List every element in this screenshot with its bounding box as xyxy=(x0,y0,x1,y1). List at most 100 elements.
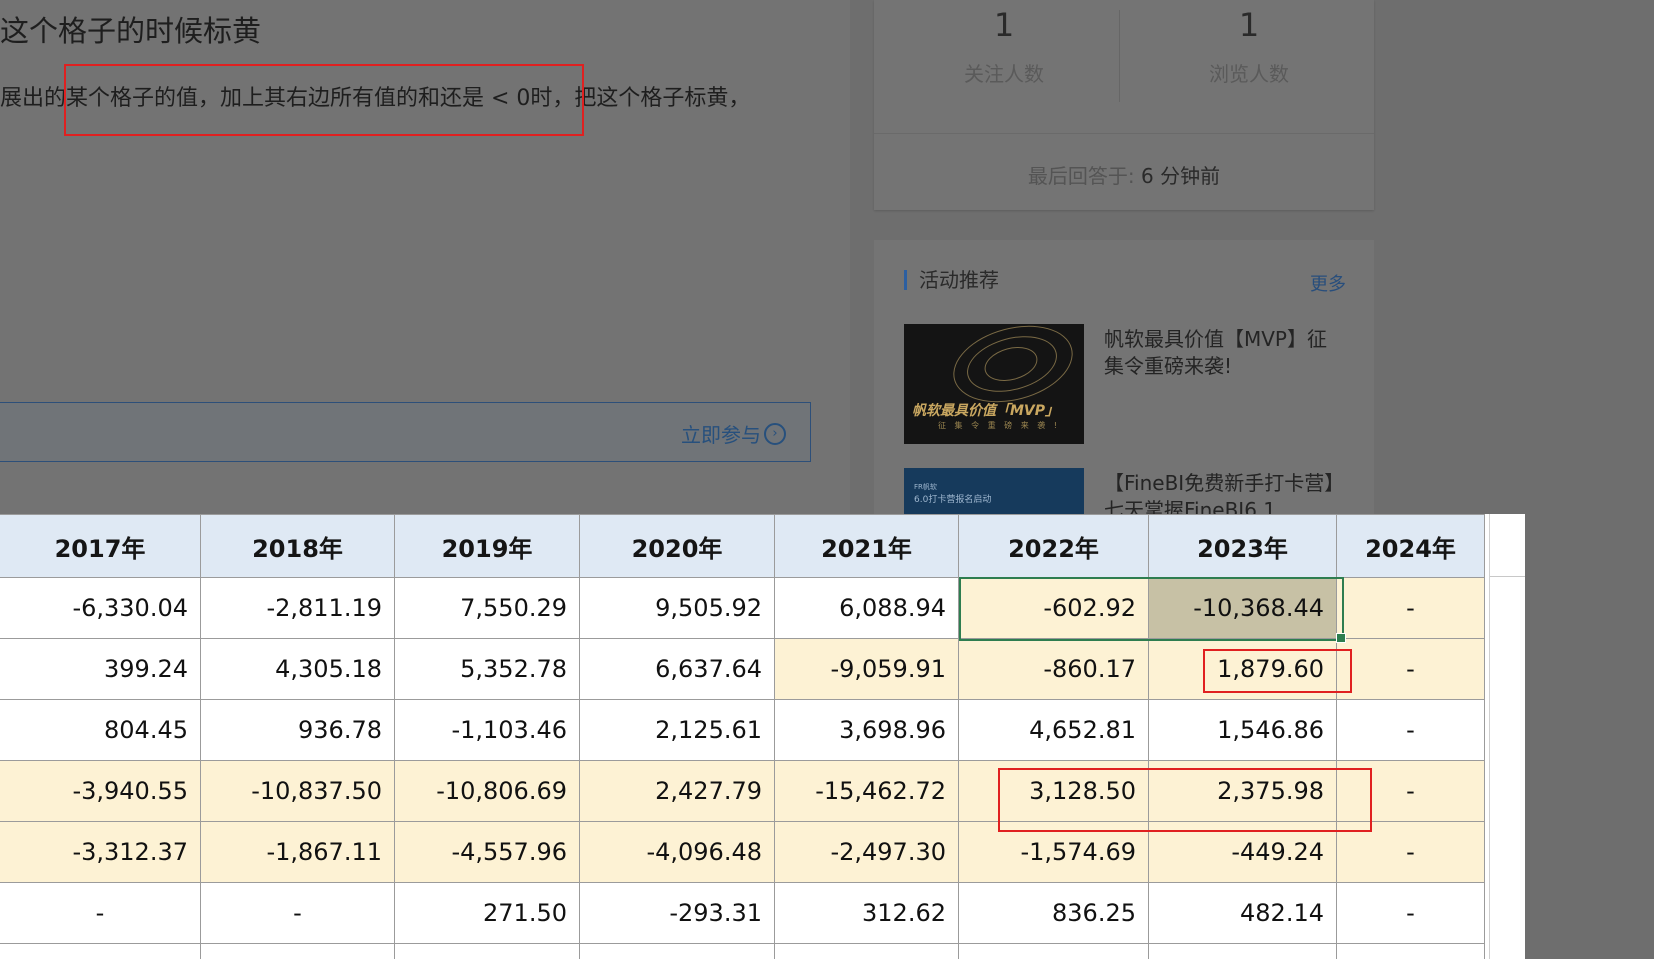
table-cell[interactable]: 1,879.60 xyxy=(1148,638,1337,700)
table-cell[interactable]: -15,462.72 xyxy=(774,760,959,822)
table-cell[interactable]: - xyxy=(1336,760,1485,822)
table-cell[interactable]: -449.24 xyxy=(1148,821,1337,883)
table-row: 804.45 936.78 -1,103.46 2,125.61 3,698.9… xyxy=(0,699,1485,761)
last-answer: 最后回答于: 6 分钟前 xyxy=(874,160,1374,189)
table-cell[interactable]: 399.24 xyxy=(0,638,201,700)
col-header[interactable]: 2019年 xyxy=(394,514,580,578)
table-cell[interactable]: -293.31 xyxy=(579,882,775,944)
table-cell[interactable]: -2,497.30 xyxy=(774,821,959,883)
activity-title[interactable]: 【FineBI免费新手打卡营】七天掌握FineBI6.1 xyxy=(1104,470,1344,518)
table-body: -6,330.04 -2,811.19 7,550.29 9,505.92 6,… xyxy=(0,577,1485,959)
activity-thumbnail-mvp[interactable]: 帆软最具价值「MVP」 征 集 令 重 磅 来 袭 ! xyxy=(904,324,1084,444)
table-cell[interactable]: 4,652.81 xyxy=(958,699,1149,761)
activity-title[interactable]: 帆软最具价值【MVP】征集令重磅来袭! xyxy=(1104,326,1344,380)
question-title: 这个格子的时候标黄 xyxy=(0,14,262,48)
table-cell[interactable] xyxy=(1336,943,1485,959)
table-cell[interactable]: 271.50 xyxy=(394,882,580,944)
table-cell[interactable]: - xyxy=(0,882,201,944)
join-label: 立即参与 xyxy=(681,423,761,447)
table-cell[interactable]: - xyxy=(1336,577,1485,639)
table-cell[interactable] xyxy=(1148,943,1337,959)
table-cell[interactable]: 3,698.96 xyxy=(774,699,959,761)
table-cell[interactable] xyxy=(579,943,775,959)
table-cell[interactable]: - xyxy=(1336,699,1485,761)
table-cell[interactable]: -1,103.46 xyxy=(394,699,580,761)
table-cell[interactable]: 804.45 xyxy=(0,699,201,761)
table-cell[interactable]: -2,811.19 xyxy=(200,577,395,639)
follow-label: 关注人数 xyxy=(964,62,1044,86)
table-cell[interactable]: 312.62 xyxy=(774,882,959,944)
table-cell[interactable] xyxy=(774,943,959,959)
join-link[interactable]: 立即参与 › xyxy=(681,419,786,448)
table-cell[interactable] xyxy=(200,943,395,959)
view-label: 浏览人数 xyxy=(1209,62,1289,86)
table-cell[interactable]: -6,330.04 xyxy=(0,577,201,639)
table-row: -3,940.55 -10,837.50 -10,806.69 2,427.79… xyxy=(0,760,1485,822)
circle-arrow-right-icon: › xyxy=(764,422,786,445)
table-row xyxy=(0,943,1485,959)
col-header[interactable]: 2020年 xyxy=(579,514,775,578)
activity-heading: 活动推荐 xyxy=(904,270,999,290)
question-panel: 这个格子的时候标黄 展出的某个格子的值，加上其右边所有值的和还是 < 0时，把这… xyxy=(0,0,850,520)
last-answer-value: 6 分钟前 xyxy=(1141,164,1221,188)
table-cell[interactable]: 2,375.98 xyxy=(1148,760,1337,822)
annotation-red-box xyxy=(64,64,584,136)
table-cell[interactable]: - xyxy=(200,882,395,944)
col-header[interactable]: 2022年 xyxy=(958,514,1149,578)
table-cell[interactable]: 1,546.86 xyxy=(1148,699,1337,761)
table-row: -3,312.37 -1,867.11 -4,557.96 -4,096.48 … xyxy=(0,821,1485,883)
table-cell[interactable]: 836.25 xyxy=(958,882,1149,944)
table-cell[interactable]: 7,550.29 xyxy=(394,577,580,639)
table-cell[interactable]: -10,837.50 xyxy=(200,760,395,822)
table-cell[interactable]: 5,352.78 xyxy=(394,638,580,700)
table-cell[interactable]: -4,557.96 xyxy=(394,821,580,883)
table-cell[interactable] xyxy=(0,943,201,959)
view-stat: 1 浏览人数 xyxy=(1134,6,1364,87)
table-cell[interactable] xyxy=(394,943,580,959)
thumbnail-brand: FR帆软 xyxy=(914,483,937,491)
thumbnail-caption: 6.0打卡营报名启动 xyxy=(914,495,992,505)
col-header[interactable]: 2023年 xyxy=(1148,514,1337,578)
table-cell[interactable]: 3,128.50 xyxy=(958,760,1149,822)
activity-more-link[interactable]: 更多 xyxy=(1310,270,1346,296)
col-header[interactable]: 2018年 xyxy=(200,514,395,578)
table-cell[interactable]: 9,505.92 xyxy=(579,577,775,639)
table-cell[interactable]: 482.14 xyxy=(1148,882,1337,944)
table-cell[interactable]: 4,305.18 xyxy=(200,638,395,700)
thumbnail-subcaption: 征 集 令 重 磅 来 袭 ! xyxy=(938,421,1061,430)
table-cell[interactable]: -3,312.37 xyxy=(0,821,201,883)
table-cell[interactable]: -9,059.91 xyxy=(774,638,959,700)
table-cell[interactable]: -10,368.44 xyxy=(1148,577,1337,639)
table-cell[interactable]: 6,088.94 xyxy=(774,577,959,639)
table-cell[interactable]: - xyxy=(1336,638,1485,700)
col-header[interactable]: 2024年 xyxy=(1336,514,1485,578)
table-row: - - 271.50 -293.31 312.62 836.25 482.14 … xyxy=(0,882,1485,944)
table-cell[interactable]: -1,574.69 xyxy=(958,821,1149,883)
table-cell[interactable]: -602.92 xyxy=(958,577,1149,639)
join-bar: 立即参与 › xyxy=(0,402,811,462)
table-cell[interactable]: - xyxy=(1336,882,1485,944)
table-cell[interactable]: 6,637.64 xyxy=(579,638,775,700)
stats-card: 1 关注人数 1 浏览人数 最后回答于: 6 分钟前 xyxy=(874,0,1374,210)
sheet-margin xyxy=(1489,514,1525,959)
table-cell[interactable] xyxy=(958,943,1149,959)
table-cell[interactable]: -4,096.48 xyxy=(579,821,775,883)
fill-handle[interactable] xyxy=(1336,633,1346,643)
table-cell[interactable]: -3,940.55 xyxy=(0,760,201,822)
follow-stat: 1 关注人数 xyxy=(889,6,1119,87)
table-cell[interactable]: 936.78 xyxy=(200,699,395,761)
table-row: 399.24 4,305.18 5,352.78 6,637.64 -9,059… xyxy=(0,638,1485,700)
table-cell[interactable]: 2,427.79 xyxy=(579,760,775,822)
col-header[interactable]: 2021年 xyxy=(774,514,959,578)
col-header[interactable]: 2017年 xyxy=(0,514,201,578)
last-answer-label: 最后回答于: xyxy=(1027,164,1135,188)
table-cell[interactable]: -10,806.69 xyxy=(394,760,580,822)
table-cell[interactable]: - xyxy=(1336,821,1485,883)
stat-divider xyxy=(1119,10,1120,102)
data-table: 2017年 2018年 2019年 2020年 2021年 2022年 2023… xyxy=(0,514,1485,959)
header-row: 2017年 2018年 2019年 2020年 2021年 2022年 2023… xyxy=(0,514,1485,578)
follow-count: 1 xyxy=(993,6,1015,44)
table-cell[interactable]: -860.17 xyxy=(958,638,1149,700)
table-cell[interactable]: -1,867.11 xyxy=(200,821,395,883)
table-cell[interactable]: 2,125.61 xyxy=(579,699,775,761)
